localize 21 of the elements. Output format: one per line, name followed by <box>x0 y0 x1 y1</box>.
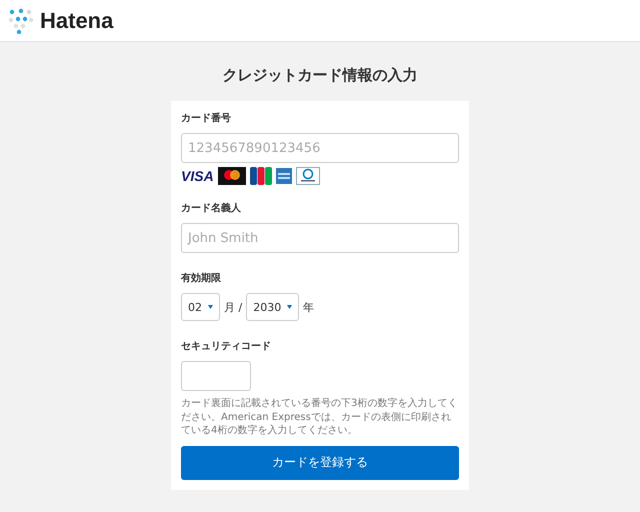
caret-icon <box>208 305 213 309</box>
year-select[interactable]: 2030 <box>246 293 300 321</box>
diners-club-logo-icon <box>296 167 320 185</box>
year-unit-text: 年 <box>303 300 314 314</box>
field-label: カード名義人 <box>181 202 242 215</box>
logo-text[interactable]: Hatena <box>40 8 114 34</box>
field-label: 有効期限 <box>181 272 222 285</box>
visa-logo: VISA <box>181 168 214 184</box>
month-select[interactable]: 02 <box>181 293 220 321</box>
amex-logo-icon <box>276 168 292 184</box>
page-title: クレジットカード情報の入力 <box>222 66 418 85</box>
field-label: セキュリティコード <box>181 340 272 353</box>
mastercard-logo-icon <box>218 167 246 185</box>
register-card-button[interactable]: カードを登録する <box>181 446 459 480</box>
help-text: カード裏面に記載されている番号の下3桁の数字を入力してください。American Expressでは、カードの表側に印刷されている4桁の数字を入力してください。 <box>181 397 458 438</box>
field-label: カード番号 <box>181 112 232 125</box>
security-code-field[interactable] <box>181 361 251 391</box>
caret-icon <box>287 305 292 309</box>
jcb-logo-icon <box>250 167 272 185</box>
logo-icon <box>8 8 34 34</box>
month-unit-text: 月 / <box>224 300 242 314</box>
